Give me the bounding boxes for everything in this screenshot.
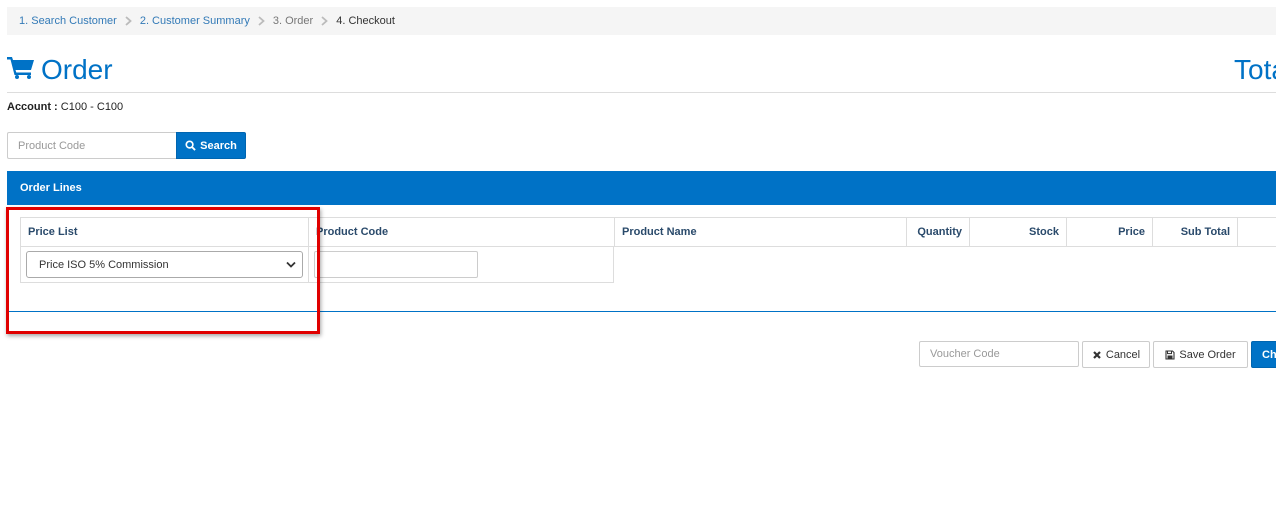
column-header-actions [1237,217,1276,247]
product-code-input[interactable] [314,251,478,278]
breadcrumb-search-customer[interactable]: 1. Search Customer [19,15,117,27]
chevron-right-icon [258,16,265,26]
breadcrumb-order[interactable]: 3. Order [273,15,313,27]
column-header-quantity: Quantity [906,217,969,247]
checkout-button[interactable]: Ch [1251,341,1276,368]
account-value: C100 - C100 [60,101,124,113]
page-title-text: Order [41,54,113,85]
shopping-cart-icon [7,54,41,86]
column-header-product-code: Product Code [308,217,614,247]
cancel-button-label: Cancel [1105,348,1141,361]
table-cell-product-code [308,247,614,283]
column-header-sub-total: Sub Total [1152,217,1237,247]
checkout-button-label: Ch [1262,348,1276,361]
breadcrumb-checkout: 4. Checkout [336,15,395,27]
save-order-button[interactable]: Save Order [1153,341,1248,368]
product-code-search-input[interactable] [7,132,176,159]
account-info: Account : C100 - C100 [7,101,123,113]
breadcrumb-customer-summary[interactable]: 2. Customer Summary [140,15,250,27]
account-label: Account : [7,101,58,113]
chevron-right-icon [321,16,329,26]
breadcrumb: 1. Search Customer 2. Customer Summary 3… [7,7,1276,35]
close-icon [1093,350,1101,359]
page-title: Order [7,54,113,86]
search-button-label: Search [200,139,237,152]
order-lines-header: Order Lines [7,171,1276,205]
title-row: Order Tota [7,54,1276,93]
save-order-button-label: Save Order [1179,348,1236,361]
total-label: Tota [1234,54,1276,85]
order-lines-title: Order Lines [20,182,82,194]
column-header-product-name: Product Name [614,217,906,247]
search-button[interactable]: Search [176,132,246,159]
column-header-price: Price [1066,217,1152,247]
search-icon [185,140,196,151]
cancel-button[interactable]: Cancel [1082,341,1150,368]
floppy-disk-icon [1165,349,1175,360]
voucher-code-input[interactable] [919,341,1079,367]
highlight-box [6,207,320,334]
chevron-right-icon [125,16,132,26]
column-header-stock: Stock [969,217,1066,247]
